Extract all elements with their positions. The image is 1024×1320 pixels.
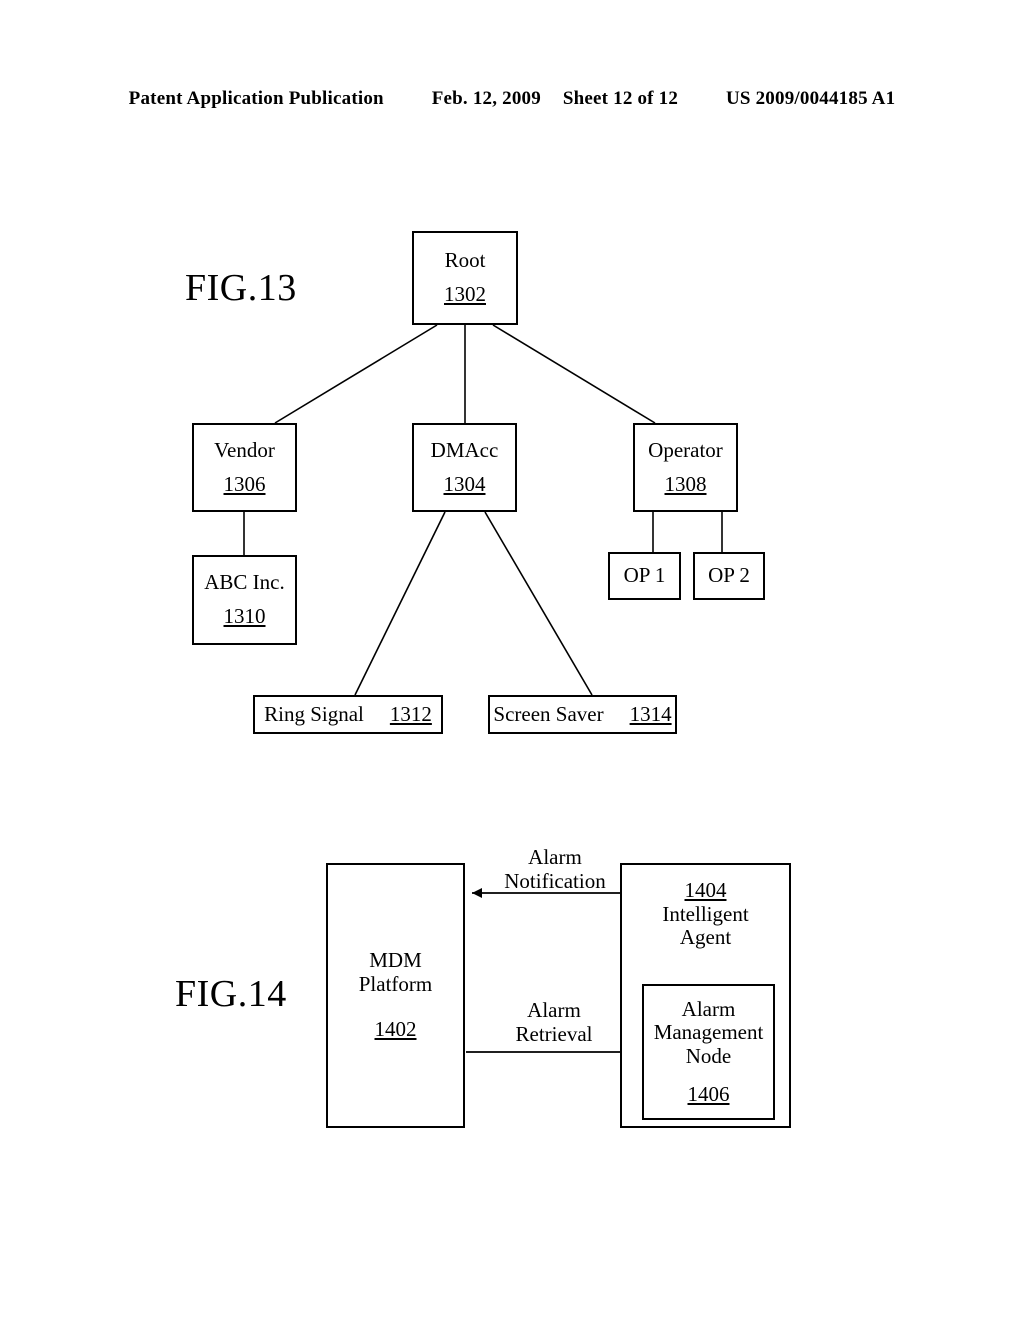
- node-alarm-management-node-title: Alarm Management Node: [653, 996, 764, 1068]
- node-ring-signal-title: Ring Signal: [264, 701, 364, 726]
- figure-13-label: FIG.13: [185, 267, 297, 309]
- header-patent-number: US 2009/0044185 A1: [725, 88, 896, 109]
- figure-14-label: FIG.14: [175, 973, 287, 1015]
- header-publication: Patent Application Publication: [128, 88, 384, 109]
- node-abc-inc: ABC Inc. 1310: [192, 555, 297, 645]
- node-root-title: Root: [444, 248, 486, 273]
- node-vendor-title: Vendor: [214, 437, 275, 462]
- node-root-ref: 1302: [444, 282, 486, 306]
- node-mdm-platform-ref: 1402: [374, 1017, 417, 1042]
- node-op-1-title: OP 1: [623, 563, 666, 588]
- node-intelligent-agent-title: Intelligent Agent: [662, 901, 749, 950]
- node-operator-title: Operator: [648, 437, 723, 462]
- patent-drawing-page: Patent Application Publication Feb. 12, …: [0, 0, 1024, 1320]
- flow-label-alarm-notification: Alarm Notification: [504, 845, 606, 894]
- node-root: Root 1302: [412, 231, 518, 325]
- node-screen-saver-ref: 1314: [629, 701, 672, 726]
- node-op-2: OP 2: [693, 552, 765, 600]
- node-op-2-title: OP 2: [708, 563, 750, 588]
- node-alarm-management-node: Alarm Management Node 1406: [642, 984, 775, 1120]
- node-alarm-management-node-ref: 1406: [687, 1081, 730, 1106]
- node-dmacc-ref: 1304: [443, 471, 486, 496]
- node-op-1: OP 1: [608, 552, 681, 600]
- node-mdm-platform: MDM Platform 1402: [326, 863, 465, 1128]
- node-vendor-ref: 1306: [223, 471, 266, 496]
- header-date: Feb. 12, 2009: [431, 88, 541, 109]
- node-dmacc: DMAcc 1304: [412, 423, 517, 512]
- header-sheet: Sheet 12 of 12: [562, 88, 679, 109]
- node-intelligent-agent-ref: 1404: [684, 878, 727, 902]
- node-operator: Operator 1308: [633, 423, 738, 512]
- node-vendor: Vendor 1306: [192, 423, 297, 512]
- node-screen-saver-title: Screen Saver: [493, 701, 604, 726]
- node-ring-signal: Ring Signal 1312: [253, 695, 443, 734]
- flow-label-alarm-retrieval: Alarm Retrieval: [515, 998, 593, 1047]
- node-mdm-platform-title: MDM Platform: [358, 948, 433, 996]
- node-operator-ref: 1308: [664, 471, 707, 496]
- connector-lines: [243, 324, 723, 1057]
- node-abc-inc-ref: 1310: [223, 604, 266, 628]
- node-intelligent-agent: 1404 Intelligent Agent Alarm Management …: [620, 863, 791, 1128]
- publication-header: Patent Application Publication Feb. 12, …: [0, 88, 1024, 110]
- node-ring-signal-ref: 1312: [389, 701, 432, 726]
- node-dmacc-title: DMAcc: [430, 437, 499, 462]
- node-screen-saver: Screen Saver 1314: [488, 695, 677, 734]
- node-abc-inc-title: ABC Inc.: [204, 570, 285, 595]
